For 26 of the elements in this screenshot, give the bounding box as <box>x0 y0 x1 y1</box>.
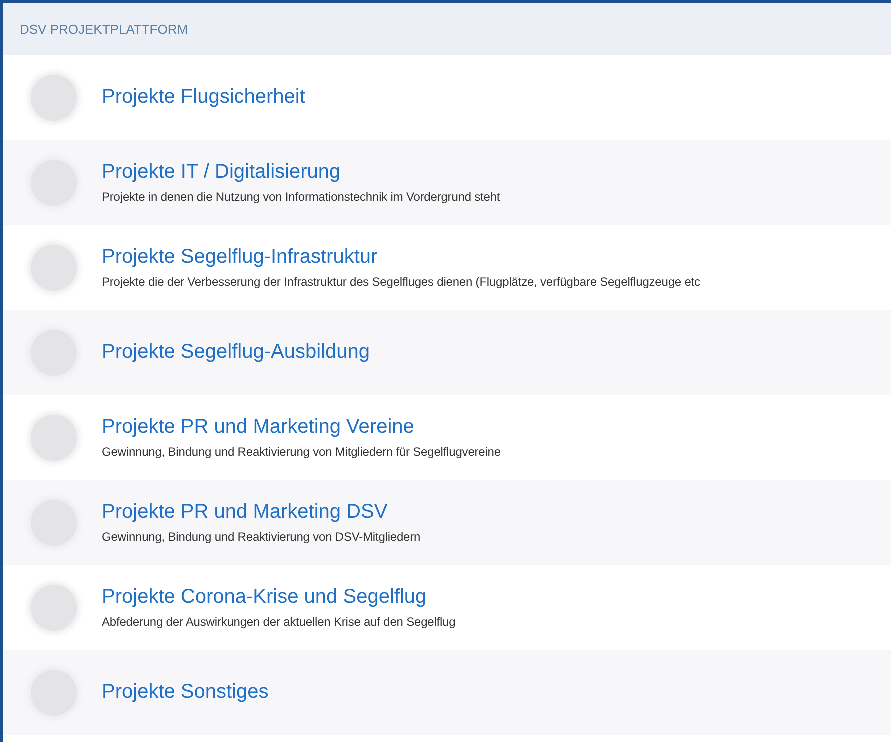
category-description: Projekte in denen die Nutzung von Informationstechnik im Vordergrund steht <box>102 190 500 204</box>
category-description: Projekte die der Verbesserung der Infrastruktur des Segelfluges dienen (Flugplätze, verfügbare Segelflugzeuge etc <box>102 275 700 289</box>
category-title[interactable]: Projekte PR und Marketing Vereine <box>102 416 501 439</box>
category-title[interactable]: Projekte PR und Marketing DSV <box>102 501 421 524</box>
category-row[interactable]: Projekte PR und Marketing DSV Gewinnung, Bindung und Reaktivierung von DSV-Mitgliedern <box>3 480 891 565</box>
category-row[interactable]: Projekte Segelflug-Infrastruktur Projekte die der Verbesserung der Infrastruktur des Segelfluges dienen (Flugplätze, verfügbare Segelflugzeuge etc <box>3 225 891 310</box>
category-row[interactable]: Projekte PR und Marketing Vereine Gewinnung, Bindung und Reaktivierung von Mitgliedern für Segelflugvereine <box>3 395 891 480</box>
platform-title: DSV PROJEKTPLATTFORM <box>20 22 188 36</box>
category-title[interactable]: Projekte Corona-Krise und Segelflug <box>102 586 456 609</box>
category-row[interactable]: Projekte Segelflug-Ausbildung <box>3 310 891 395</box>
category-row[interactable]: Projekte IT / Digitalisierung Projekte in denen die Nutzung von Informationstechnik im Vordergrund steht <box>3 140 891 225</box>
category-description: Gewinnung, Bindung und Reaktivierung von DSV-Mitgliedern <box>102 530 421 544</box>
category-description: Abfederung der Auswirkungen der aktuellen Krise auf den Segelflug <box>102 615 456 629</box>
category-title[interactable]: Projekte Segelflug-Ausbildung <box>102 341 370 364</box>
category-title[interactable]: Projekte Segelflug-Infrastruktur <box>102 246 700 269</box>
category-description: Gewinnung, Bindung und Reaktivierung von Mitgliedern für Segelflugvereine <box>102 445 501 459</box>
category-row[interactable]: Projekte Flugsicherheit <box>3 55 891 140</box>
category-title[interactable]: Projekte Sonstiges <box>102 681 269 704</box>
circle-icon <box>31 244 77 290</box>
circle-icon <box>31 74 77 120</box>
category-row[interactable]: Projekte Corona-Krise und Segelflug Abfederung der Auswirkungen der aktuellen Krise auf den Segelflug <box>3 565 891 650</box>
circle-icon <box>31 584 77 630</box>
category-row[interactable]: Projekte Sonstiges <box>3 650 891 735</box>
category-title[interactable]: Projekte IT / Digitalisierung <box>102 161 500 184</box>
category-title[interactable]: Projekte Flugsicherheit <box>102 86 306 109</box>
circle-icon <box>31 414 77 460</box>
